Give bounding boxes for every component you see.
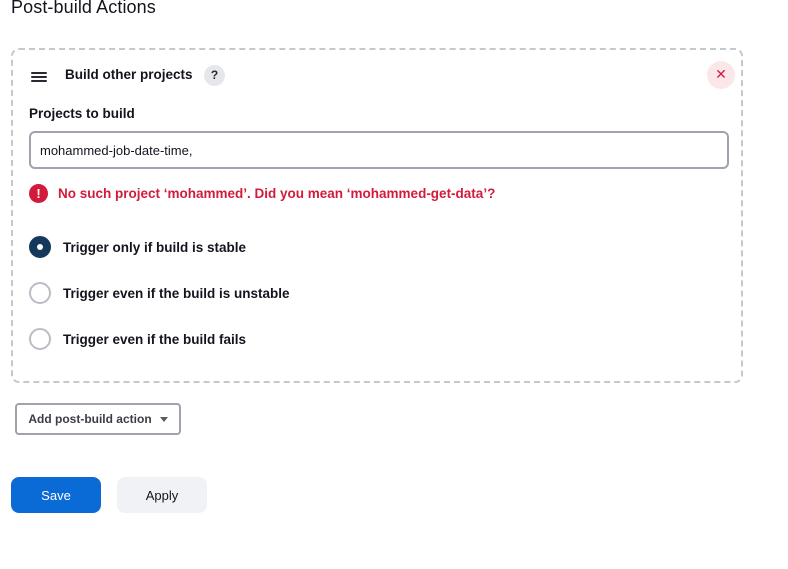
delete-action-button[interactable]: ✕ — [707, 61, 735, 89]
radio-button-checked[interactable] — [29, 236, 51, 258]
radio-button[interactable] — [29, 282, 51, 304]
post-build-actions-page: Post-build Actions Build other projects … — [0, 0, 788, 569]
error-icon: ! — [29, 183, 48, 203]
trigger-option-label: Trigger only if build is stable — [63, 239, 247, 255]
projects-to-build-input[interactable] — [29, 131, 729, 169]
help-icon[interactable]: ? — [204, 65, 225, 86]
apply-button[interactable]: Apply — [117, 477, 207, 513]
drag-handle-icon[interactable] — [31, 72, 47, 82]
add-post-build-action-label: Add post-build action — [28, 412, 152, 426]
section-title: Post-build Actions — [11, 0, 156, 17]
add-post-build-action-button[interactable]: Add post-build action — [15, 403, 181, 435]
caret-down-icon — [159, 416, 168, 422]
validation-error: ! No such project ‘mohammed’. Did you me… — [29, 183, 495, 203]
save-button[interactable]: Save — [11, 477, 101, 513]
projects-to-build-label: Projects to build — [29, 106, 135, 121]
trigger-option-unstable[interactable]: Trigger even if the build is unstable — [29, 282, 290, 304]
trigger-option-fails[interactable]: Trigger even if the build fails — [29, 328, 246, 350]
trigger-option-label: Trigger even if the build is unstable — [63, 285, 290, 301]
radio-button[interactable] — [29, 328, 51, 350]
build-other-projects-card: Build other projects ? ✕ Projects to bui… — [11, 48, 743, 383]
card-title: Build other projects — [65, 67, 193, 82]
error-message: No such project ‘mohammed’. Did you mean… — [58, 185, 496, 201]
trigger-option-label: Trigger even if the build fails — [63, 331, 247, 347]
trigger-option-stable[interactable]: Trigger only if build is stable — [29, 236, 246, 258]
